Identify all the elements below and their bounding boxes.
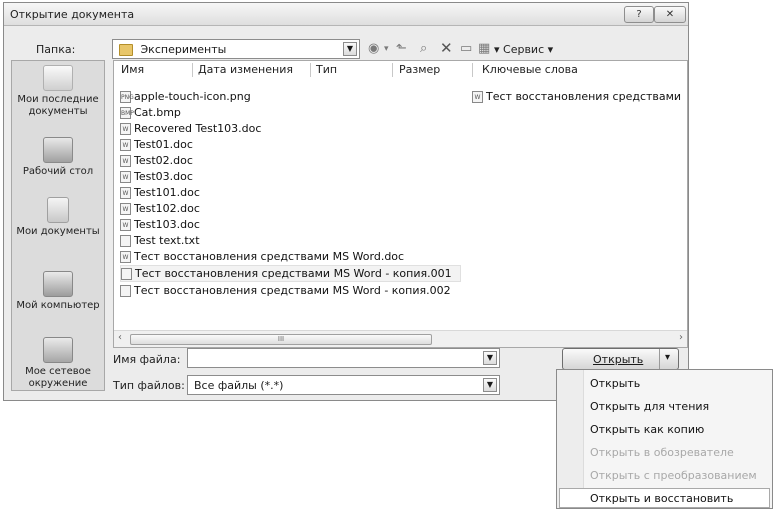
desktop-icon xyxy=(43,137,73,163)
filename-input[interactable]: ▼ xyxy=(187,348,500,368)
open-document-dialog: Открытие документа ? ✕ Папка: Эксперимен… xyxy=(3,2,689,401)
delete-icon[interactable]: ✕ xyxy=(440,39,453,57)
word-doc-icon: W xyxy=(120,139,131,151)
column-header-name[interactable]: Имя xyxy=(121,63,144,76)
place-my-documents[interactable]: Мои документы xyxy=(12,197,104,238)
service-menu-button[interactable]: ▾ Сервис ▾ xyxy=(494,43,553,56)
list-item[interactable]: W Test03.doc xyxy=(120,169,193,184)
list-item[interactable]: BMPCat.bmp xyxy=(120,105,181,120)
menu-item-open-copy[interactable]: Открыть как копию xyxy=(590,423,704,436)
up-folder-icon[interactable]: ⬑ xyxy=(396,41,407,56)
list-item[interactable]: W Test102.doc xyxy=(120,201,200,216)
column-header-size[interactable]: Размер xyxy=(399,63,440,76)
network-icon xyxy=(43,337,73,363)
chevron-down-icon[interactable]: ▼ xyxy=(483,351,497,365)
scroll-left-icon[interactable]: ‹ xyxy=(118,332,122,343)
png-file-icon: PNG xyxy=(120,91,134,103)
search-web-icon[interactable]: ⌕ xyxy=(420,41,427,56)
scroll-right-icon[interactable]: › xyxy=(679,332,683,343)
places-bar: Мои последние документы Рабочий стол Мои… xyxy=(11,60,105,391)
place-desktop[interactable]: Рабочий стол xyxy=(12,137,104,178)
list-item[interactable]: Тест восстановления средствами MS Word -… xyxy=(120,283,451,298)
menu-item-open-browser: Открыть в обозревателе xyxy=(590,446,734,459)
list-item[interactable]: W Тест восстановления средствами MS Word.… xyxy=(120,249,404,264)
folder-combo[interactable]: Эксперименты ▼ xyxy=(112,39,360,59)
place-network[interactable]: Мое сетевое окружение xyxy=(12,337,104,390)
list-item[interactable]: PNGapple-touch-icon.png xyxy=(120,89,251,104)
views-icon[interactable]: ▦ xyxy=(478,41,490,56)
back-icon[interactable]: ◉ xyxy=(368,41,379,56)
help-button[interactable]: ? xyxy=(624,6,654,23)
chevron-down-icon[interactable]: ▾ xyxy=(665,352,670,363)
folder-icon xyxy=(119,44,133,56)
scroll-thumb[interactable]: III xyxy=(130,334,432,345)
new-folder-icon[interactable]: ▭ xyxy=(460,41,472,56)
word-doc-icon: W xyxy=(120,155,131,167)
column-header-type[interactable]: Тип xyxy=(316,63,337,76)
list-item[interactable]: W Test101.doc xyxy=(120,185,200,200)
title-bar: Открытие документа ? ✕ xyxy=(4,3,688,26)
horizontal-scrollbar[interactable]: ‹ III › xyxy=(114,330,687,347)
list-item[interactable]: Test text.txt xyxy=(120,233,200,248)
chevron-down-icon[interactable]: ▼ xyxy=(343,42,357,56)
list-item-selected[interactable]: Тест восстановления средствами MS Word -… xyxy=(120,265,461,282)
text-file-icon xyxy=(120,235,131,247)
keywords-cell: W Тест восстановления средствами xyxy=(472,89,681,104)
menu-item-open-readonly[interactable]: Открыть для чтения xyxy=(590,400,709,413)
menu-item-open[interactable]: Открыть xyxy=(590,377,640,390)
word-doc-icon: W xyxy=(472,91,483,103)
chevron-down-icon[interactable]: ▾ xyxy=(384,44,389,54)
filetype-select[interactable]: Все файлы (*.*) ▼ xyxy=(187,375,500,395)
column-header-date[interactable]: Дата изменения xyxy=(198,63,293,76)
place-recent[interactable]: Мои последние документы xyxy=(12,65,104,118)
dialog-title: Открытие документа xyxy=(10,8,135,21)
generic-file-icon xyxy=(120,285,131,297)
chevron-down-icon[interactable]: ▼ xyxy=(483,378,497,392)
word-doc-icon: W xyxy=(120,171,131,183)
list-item[interactable]: W Recovered Test103.doc xyxy=(120,121,261,136)
my-computer-icon xyxy=(43,271,73,297)
list-item[interactable]: W Test01.doc xyxy=(120,137,193,152)
word-doc-icon: W xyxy=(120,203,131,215)
close-button[interactable]: ✕ xyxy=(654,6,686,23)
menu-item-open-transform: Открыть с преобразованием xyxy=(590,469,757,482)
filename-label: Имя файла: xyxy=(113,353,181,366)
open-split-button[interactable]: Открыть ▾ xyxy=(562,348,679,370)
folder-value: Эксперименты xyxy=(140,43,227,56)
recent-documents-icon xyxy=(43,65,73,91)
generic-file-icon xyxy=(121,268,132,280)
column-header-keywords[interactable]: Ключевые слова xyxy=(482,63,578,76)
list-item[interactable]: W Test103.doc xyxy=(120,217,200,232)
bmp-file-icon: BMP xyxy=(120,107,134,119)
filetype-label: Тип файлов: xyxy=(113,379,185,392)
word-doc-icon: W xyxy=(120,123,131,135)
open-options-menu: Открыть Открыть для чтения Открыть как к… xyxy=(556,369,773,509)
my-documents-icon xyxy=(47,197,69,223)
menu-item-open-repair[interactable]: Открыть и восстановить xyxy=(590,492,733,505)
place-my-computer[interactable]: Мой компьютер xyxy=(12,271,104,312)
word-doc-icon: W xyxy=(120,187,131,199)
list-item[interactable]: W Test02.doc xyxy=(120,153,193,168)
word-doc-icon: W xyxy=(120,219,131,231)
file-list[interactable]: Имя Дата изменения Тип Размер Ключевые с… xyxy=(113,60,688,348)
open-button-label[interactable]: Открыть xyxy=(593,353,643,366)
word-doc-icon: W xyxy=(120,251,131,263)
folder-label: Папка: xyxy=(36,43,76,56)
